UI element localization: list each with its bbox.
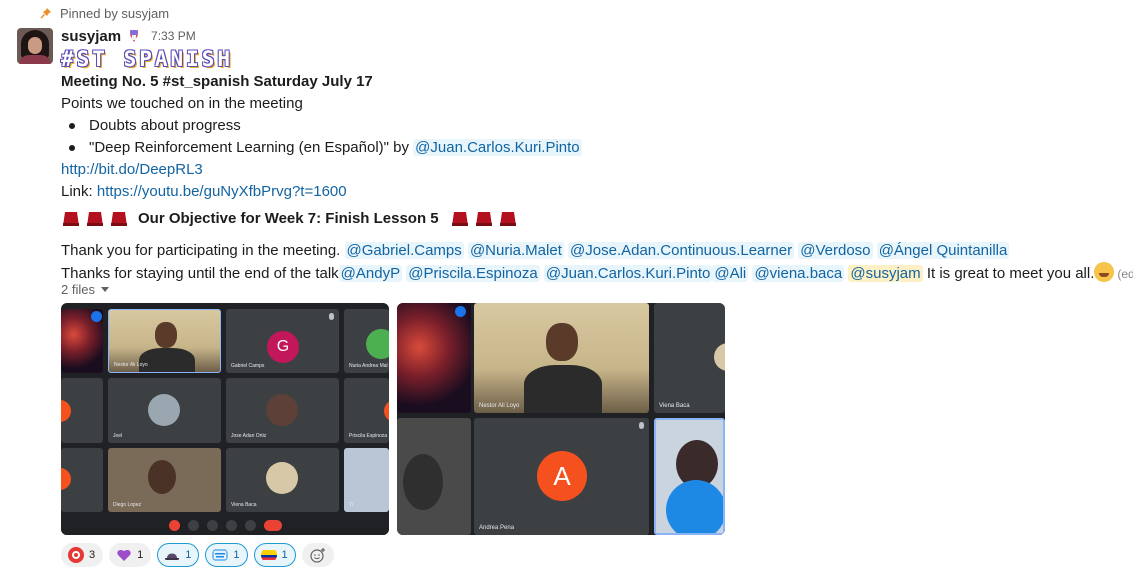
participant-name: Joel bbox=[113, 433, 123, 439]
add-reaction-icon bbox=[310, 548, 325, 563]
reaction-pill[interactable]: 1 bbox=[157, 543, 200, 567]
user-mention[interactable]: @Jose.Adan.Continuous.Learner bbox=[568, 242, 795, 259]
fez-emoji-icon bbox=[63, 212, 79, 226]
participant-name: Nestor Ali Loyo bbox=[479, 403, 520, 409]
meet-controls bbox=[61, 515, 389, 535]
mute-icon bbox=[639, 422, 644, 429]
add-reaction-button[interactable] bbox=[301, 543, 334, 567]
attachment-image-2[interactable]: Nestor Ali Loyo Viena Baca A Andrea Pena bbox=[397, 303, 725, 535]
user-mention[interactable]: @Ángel Quintanilla bbox=[876, 242, 1010, 259]
attachment-image-1[interactable]: Nestor Ali Loyo G Gabriel Camps Nuria An… bbox=[61, 303, 389, 535]
participant-name: Diego Lopez bbox=[113, 502, 142, 508]
user-mention[interactable]: @AndyP bbox=[338, 265, 403, 282]
hugging-face-emoji-icon bbox=[1094, 262, 1115, 282]
user-mention[interactable]: @Priscila.Espinoza bbox=[406, 265, 540, 282]
thanks-text: Thank you for participating in the meeti… bbox=[61, 242, 345, 259]
more-icon bbox=[244, 519, 256, 531]
participant-name: Gabriel Camps bbox=[231, 363, 265, 369]
points-intro: Points we touched on in the meeting bbox=[61, 95, 303, 112]
user-mention[interactable]: @Ali bbox=[712, 265, 749, 282]
mic-off-icon bbox=[168, 519, 180, 531]
participant-name: Viena Baca bbox=[231, 502, 257, 508]
user-mention[interactable]: @Nuria.Malet bbox=[467, 242, 564, 259]
reaction-pill[interactable]: 1 bbox=[109, 543, 152, 567]
author-name[interactable]: susyjam bbox=[61, 28, 121, 45]
bullet-text: Doubts about progress bbox=[89, 117, 241, 134]
hang-up-icon bbox=[263, 519, 282, 531]
user-mention[interactable]: @viena.baca bbox=[752, 265, 845, 282]
participant-badge-icon bbox=[91, 311, 102, 322]
closing-text: It is great to meet you all. bbox=[926, 265, 1095, 282]
caret-down-icon bbox=[100, 286, 109, 292]
participant-name: Nestor Ali Loyo bbox=[114, 362, 148, 368]
points-list: Doubts about progress "Deep Reinforcemen… bbox=[61, 115, 1131, 159]
mute-icon bbox=[329, 313, 334, 320]
reaction-count: 1 bbox=[233, 549, 240, 561]
reaction-pill[interactable]: 1 bbox=[253, 543, 296, 567]
fez-emoji-icon bbox=[87, 212, 103, 226]
user-mention[interactable]: @Juan.Carlos.Kuri.Pinto bbox=[543, 265, 713, 282]
reaction-count: 3 bbox=[89, 549, 96, 561]
thank-you-emoji-icon bbox=[212, 549, 228, 561]
participant-name: Ti bbox=[349, 502, 353, 508]
fez-emoji-icon bbox=[451, 212, 468, 226]
user-mention[interactable]: @Gabriel.Camps bbox=[344, 242, 464, 259]
reaction-pill[interactable]: 1 bbox=[205, 543, 248, 567]
banner-text: #ST SPANISH bbox=[61, 47, 234, 71]
youtube-link[interactable]: https://youtu.be/guNyXfbPrvg?t=1600 bbox=[97, 183, 347, 200]
files-count: 2 files bbox=[61, 281, 95, 297]
fez-emoji-icon bbox=[111, 212, 127, 226]
participant-name: Jose Adan Ortiz bbox=[231, 433, 267, 439]
avatar[interactable] bbox=[17, 28, 53, 64]
reactions-bar: 3 1 1 1 1 bbox=[61, 543, 334, 567]
captions-icon bbox=[206, 519, 218, 531]
participant-name: Nuria Andrea Mal bbox=[349, 363, 388, 369]
self-mention[interactable]: @susyjam bbox=[848, 265, 923, 282]
participant-badge-icon bbox=[455, 306, 466, 317]
fez-emoji-icon bbox=[475, 212, 492, 226]
short-link[interactable]: http://bit.do/DeepRL3 bbox=[61, 161, 203, 178]
camera-icon bbox=[187, 519, 199, 531]
purple-heart-icon bbox=[117, 549, 131, 561]
link-label: Link: bbox=[61, 183, 97, 200]
participant-initial: A bbox=[537, 451, 587, 501]
message-time[interactable]: 7:33 PM bbox=[151, 29, 196, 43]
message-body: susyjam 7:33 PM #ST SPANISH Meeting No. … bbox=[61, 26, 1133, 284]
participant-name: Andrea Pena bbox=[479, 525, 515, 531]
pinned-indicator: Pinned by susyjam bbox=[40, 4, 169, 22]
present-icon bbox=[225, 519, 237, 531]
ecuador-flag-icon bbox=[260, 550, 277, 560]
reaction-count: 1 bbox=[281, 549, 288, 561]
objective-text: Our Objective for Week 7: Finish Lesson … bbox=[138, 209, 439, 227]
participant-initial: G bbox=[267, 331, 299, 363]
user-mention[interactable]: @Juan.Carlos.Kuri.Pinto bbox=[413, 139, 582, 156]
message-header: susyjam 7:33 PM bbox=[61, 26, 1131, 46]
pin-icon bbox=[40, 8, 51, 19]
list-item: "Deep Reinforcement Learning (en Español… bbox=[61, 137, 1131, 159]
reaction-pill[interactable]: 3 bbox=[61, 543, 104, 567]
participant-name: Viena Baca bbox=[659, 403, 690, 409]
status-badge-icon[interactable] bbox=[127, 29, 141, 43]
stay-line: Thanks for staying until the end of the … bbox=[61, 262, 1133, 284]
files-toggle[interactable]: 2 files bbox=[61, 280, 109, 298]
channel-banner-emoji: #ST SPANISH bbox=[61, 47, 1131, 71]
hat-emoji-icon bbox=[165, 553, 180, 560]
objective-line: Our Objective for Week 7: Finish Lesson … bbox=[61, 204, 1131, 232]
fez-emoji-icon bbox=[499, 212, 516, 226]
reaction-count: 1 bbox=[137, 549, 144, 561]
participant-name: Priscila Espinoza bbox=[349, 433, 388, 439]
bullet-text: "Deep Reinforcement Learning (en Español… bbox=[89, 139, 414, 156]
pinned-label: Pinned by susyjam bbox=[60, 5, 170, 21]
meeting-heading: Meeting No. 5 #st_spanish Saturday July … bbox=[61, 73, 373, 90]
user-mention[interactable]: @Verdoso bbox=[798, 242, 873, 259]
thanks-line: Thank you for participating in the meeti… bbox=[61, 240, 1131, 262]
reaction-count: 1 bbox=[185, 549, 192, 561]
edited-label: (edited) bbox=[1117, 267, 1133, 281]
list-item: Doubts about progress bbox=[61, 115, 1131, 137]
no-entry-emoji-icon bbox=[68, 547, 84, 563]
